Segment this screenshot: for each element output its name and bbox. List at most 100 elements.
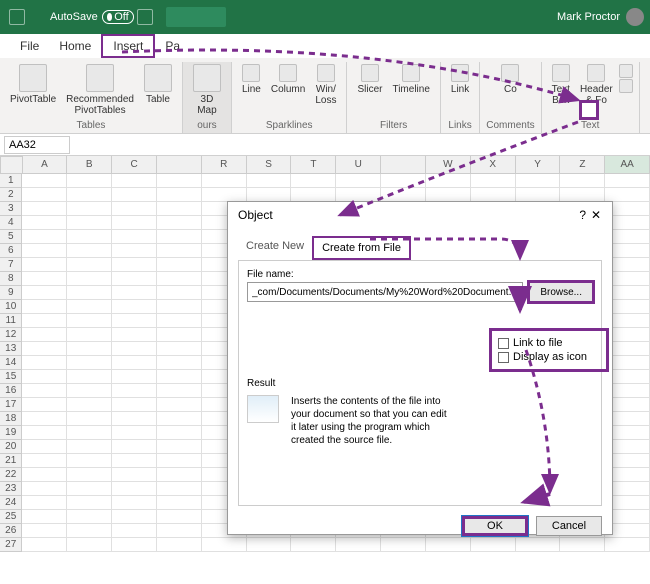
menu-insert[interactable]: Insert	[101, 34, 155, 58]
cell[interactable]	[22, 174, 67, 188]
recommended-pivottables-button[interactable]: Recommended PivotTables	[62, 62, 138, 118]
cell[interactable]	[157, 230, 202, 244]
cell[interactable]	[157, 440, 202, 454]
dialog-help-button[interactable]: ?	[579, 208, 586, 222]
cell[interactable]	[112, 258, 157, 272]
cell[interactable]	[291, 188, 336, 202]
signature-icon[interactable]	[619, 79, 633, 93]
cell[interactable]	[22, 524, 67, 538]
cell[interactable]	[157, 524, 202, 538]
cell[interactable]	[112, 510, 157, 524]
row-header[interactable]: 11	[0, 314, 22, 328]
column-header[interactable]	[157, 156, 202, 174]
column-header[interactable]: A	[23, 156, 68, 174]
cell[interactable]	[157, 244, 202, 258]
user-account[interactable]: Mark Proctor	[557, 8, 644, 26]
cell[interactable]	[67, 328, 112, 342]
cell[interactable]	[157, 370, 202, 384]
cell[interactable]	[67, 230, 112, 244]
browse-button[interactable]: Browse...	[529, 282, 593, 302]
cell[interactable]	[22, 370, 67, 384]
file-name-input[interactable]	[247, 282, 523, 302]
row-header[interactable]: 22	[0, 468, 22, 482]
column-header[interactable]: C	[112, 156, 157, 174]
save-icon[interactable]	[137, 9, 153, 25]
column-header[interactable]: R	[202, 156, 247, 174]
cell[interactable]	[22, 216, 67, 230]
column-header[interactable]	[381, 156, 426, 174]
equation-button[interactable]	[646, 62, 650, 118]
cell[interactable]	[247, 174, 292, 188]
tab-create-from-file[interactable]: Create from File	[312, 236, 411, 260]
cell[interactable]	[112, 426, 157, 440]
column-header[interactable]: AA	[605, 156, 650, 174]
row-header[interactable]: 12	[0, 328, 22, 342]
row-header[interactable]: 18	[0, 412, 22, 426]
menu-file[interactable]: File	[10, 36, 49, 56]
cell[interactable]	[157, 286, 202, 300]
textbox-button[interactable]: Text Box	[548, 62, 574, 118]
cell[interactable]	[67, 174, 112, 188]
cell[interactable]	[22, 496, 67, 510]
cell[interactable]	[67, 482, 112, 496]
autosave-toggle[interactable]: AutoSave Off	[50, 10, 134, 24]
row-header[interactable]: 9	[0, 286, 22, 300]
cell[interactable]	[112, 384, 157, 398]
cell[interactable]	[22, 482, 67, 496]
cell[interactable]	[112, 244, 157, 258]
cell[interactable]	[67, 524, 112, 538]
cell[interactable]	[157, 356, 202, 370]
row-header[interactable]: 1	[0, 174, 22, 188]
cell[interactable]	[22, 202, 67, 216]
sparkline-winloss-button[interactable]: Win/ Loss	[311, 62, 340, 118]
column-header[interactable]: T	[291, 156, 336, 174]
cell[interactable]	[605, 188, 650, 202]
cell[interactable]	[336, 174, 381, 188]
cell[interactable]	[157, 272, 202, 286]
cell[interactable]	[157, 216, 202, 230]
cell[interactable]	[67, 314, 112, 328]
cell[interactable]	[67, 538, 112, 552]
cell[interactable]	[22, 244, 67, 258]
cell[interactable]	[22, 230, 67, 244]
cancel-button[interactable]: Cancel	[536, 516, 602, 536]
row-header[interactable]: 26	[0, 524, 22, 538]
dialog-close-button[interactable]: ✕	[590, 209, 602, 221]
cell[interactable]	[112, 496, 157, 510]
cell[interactable]	[112, 202, 157, 216]
column-header[interactable]: W	[426, 156, 471, 174]
column-header[interactable]: S	[247, 156, 292, 174]
row-header[interactable]: 15	[0, 370, 22, 384]
row-header[interactable]: 27	[0, 538, 22, 552]
cell[interactable]	[67, 426, 112, 440]
wordart-icon[interactable]	[619, 64, 633, 78]
3dmap-button[interactable]: 3D Map	[189, 62, 225, 118]
menu-page[interactable]: Pa	[155, 36, 190, 56]
cell[interactable]	[381, 188, 426, 202]
row-header[interactable]: 10	[0, 300, 22, 314]
cell[interactable]	[112, 482, 157, 496]
cell[interactable]	[67, 496, 112, 510]
cell[interactable]	[157, 314, 202, 328]
cell[interactable]	[67, 342, 112, 356]
cell[interactable]	[22, 300, 67, 314]
cell[interactable]	[202, 174, 247, 188]
cell[interactable]	[426, 188, 471, 202]
row-header[interactable]: 19	[0, 426, 22, 440]
cell[interactable]	[22, 356, 67, 370]
cell[interactable]	[67, 384, 112, 398]
cell[interactable]	[22, 426, 67, 440]
cell[interactable]	[67, 244, 112, 258]
cell[interactable]	[67, 300, 112, 314]
row-header[interactable]: 17	[0, 398, 22, 412]
cell[interactable]	[22, 272, 67, 286]
row-header[interactable]: 4	[0, 216, 22, 230]
row-header[interactable]: 2	[0, 188, 22, 202]
cell[interactable]	[471, 174, 516, 188]
row-header[interactable]: 16	[0, 384, 22, 398]
sparkline-line-button[interactable]: Line	[238, 62, 265, 118]
cell[interactable]	[426, 174, 471, 188]
cell[interactable]	[67, 216, 112, 230]
cell[interactable]	[112, 454, 157, 468]
cell[interactable]	[157, 412, 202, 426]
